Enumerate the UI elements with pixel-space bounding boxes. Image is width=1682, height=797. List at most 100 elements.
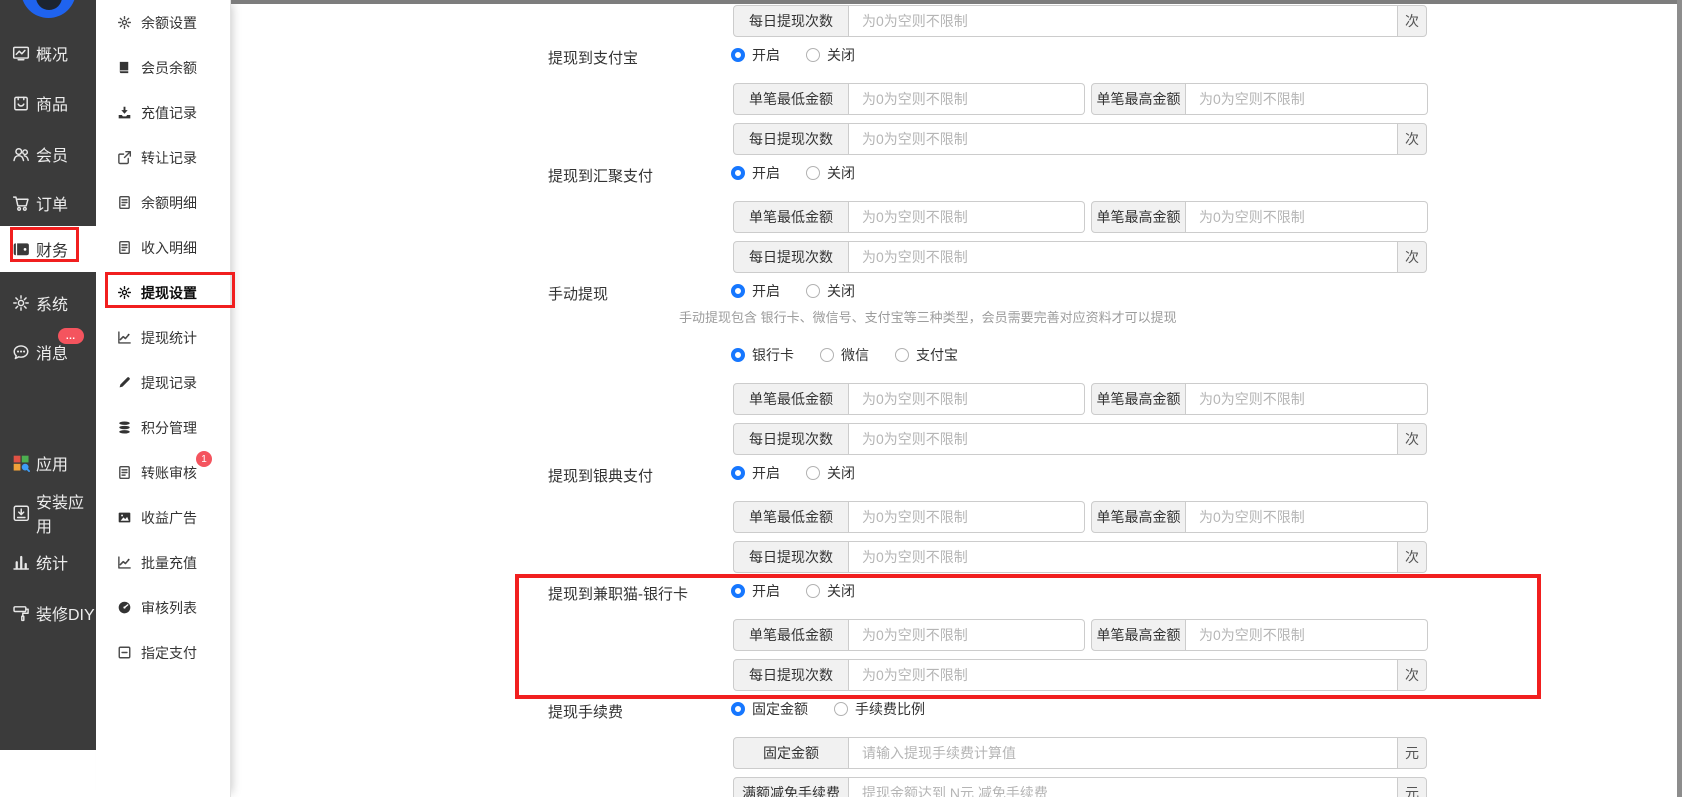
- text-input[interactable]: [849, 241, 1398, 273]
- radio-option-label[interactable]: 开启: [752, 45, 780, 65]
- radio-option-1[interactable]: [731, 48, 745, 62]
- radio-option-2[interactable]: [806, 166, 820, 180]
- form-label: 提现到汇聚支付: [548, 168, 654, 185]
- radio-group: 开启 关闭: [731, 281, 881, 301]
- text-input[interactable]: [849, 83, 1085, 115]
- submenu-item-5[interactable]: 余额明细: [96, 180, 230, 225]
- radio-option-2[interactable]: [806, 48, 820, 62]
- submenu-item-2[interactable]: 会员余额: [96, 45, 230, 90]
- submenu-item-8[interactable]: 提现统计: [96, 315, 230, 360]
- sidebar-item-3[interactable]: 会员: [0, 142, 96, 166]
- radio-option-1[interactable]: [731, 702, 745, 716]
- submenu-item-7[interactable]: 提现设置: [96, 270, 230, 315]
- radio-option-label[interactable]: 手续费比例: [855, 699, 925, 719]
- radio-option-1[interactable]: [731, 166, 745, 180]
- sidebar-item-5[interactable]: 财务: [0, 226, 96, 272]
- sidebar-item-label: 应用: [36, 457, 69, 474]
- submenu-item-12[interactable]: 收益广告: [96, 495, 230, 540]
- radio-option-3[interactable]: [895, 348, 909, 362]
- text-input[interactable]: [849, 123, 1398, 155]
- submenu-item-label: 审核列表: [141, 599, 197, 616]
- radio-option-2[interactable]: [820, 348, 834, 362]
- text-input[interactable]: [849, 777, 1398, 797]
- text-input[interactable]: [1186, 201, 1428, 233]
- text-input[interactable]: [849, 659, 1398, 691]
- text-input[interactable]: [1186, 83, 1428, 115]
- text-input[interactable]: [849, 5, 1398, 37]
- sidebar-item-7[interactable]: 消息…: [0, 328, 96, 364]
- sidebar-item-1[interactable]: 概况: [0, 41, 96, 65]
- radio-row-2: 提现到支付宝 开启 关闭: [231, 45, 1677, 67]
- submenu-item-10[interactable]: 积分管理: [96, 405, 230, 450]
- sidebar-item-2[interactable]: 商品: [0, 91, 96, 115]
- text-input[interactable]: [849, 383, 1085, 415]
- radio-option-1[interactable]: [731, 348, 745, 362]
- submenu-item-9[interactable]: 提现记录: [96, 360, 230, 405]
- radio-option-label[interactable]: 关闭: [827, 45, 855, 65]
- radio-option-label[interactable]: 关闭: [827, 281, 855, 301]
- gauge-icon: [118, 601, 131, 614]
- submenu-item-13[interactable]: 批量充值: [96, 540, 230, 585]
- input-pair-row-13: 单笔最低金额 单笔最高金额: [733, 501, 1428, 533]
- submenu-item-1[interactable]: 余额设置: [96, 0, 230, 45]
- sidebar-item-11[interactable]: 装修DIY: [0, 601, 96, 625]
- text-input[interactable]: [849, 423, 1398, 455]
- radio-option-label[interactable]: 开启: [752, 163, 780, 183]
- submenu-item-11[interactable]: 转账审核 1: [96, 450, 230, 495]
- unit-suffix: 元: [1397, 777, 1427, 797]
- radio-option-label[interactable]: 银行卡: [752, 345, 794, 365]
- submenu-item-label: 转让记录: [141, 149, 197, 166]
- submenu-item-4[interactable]: 转让记录: [96, 135, 230, 180]
- radio-option-label[interactable]: 支付宝: [916, 345, 958, 365]
- submenu-item-label: 充值记录: [141, 104, 197, 121]
- text-input[interactable]: [849, 541, 1398, 573]
- text-input[interactable]: [1186, 619, 1428, 651]
- radio-option-label[interactable]: 微信: [841, 345, 869, 365]
- radio-option-label[interactable]: 关闭: [827, 163, 855, 183]
- radio-option-2[interactable]: [806, 466, 820, 480]
- radio-option-2[interactable]: [834, 702, 848, 716]
- app-logo[interactable]: [21, 0, 76, 18]
- sidebar-item-label: 安装应用: [36, 495, 85, 536]
- radio-group: 开启 关闭: [731, 45, 881, 65]
- radio-option-2[interactable]: [806, 584, 820, 598]
- sidebar-item-9[interactable]: 安装应用: [0, 495, 96, 536]
- radio-option-label[interactable]: 固定金额: [752, 699, 808, 719]
- sidebar-item-8[interactable]: 应用: [0, 451, 96, 475]
- radio-group: 开启 关闭: [731, 463, 881, 483]
- sidebar-item-label: 会员: [36, 148, 69, 165]
- text-input[interactable]: [849, 501, 1085, 533]
- submenu-item-3[interactable]: 充值记录: [96, 90, 230, 135]
- input-pair-row-16: 单笔最低金额 单笔最高金额: [733, 619, 1428, 651]
- sidebar-item-4[interactable]: 订单: [0, 191, 96, 215]
- text-input[interactable]: [849, 737, 1398, 769]
- text-input[interactable]: [1186, 383, 1428, 415]
- radio-row-12: 提现到银典支付 开启 关闭: [231, 463, 1677, 485]
- sidebar-item-10[interactable]: 统计: [0, 550, 96, 574]
- radio-option-label[interactable]: 关闭: [827, 463, 855, 483]
- unit-suffix: 次: [1397, 241, 1427, 273]
- text-input[interactable]: [1186, 501, 1428, 533]
- radio-option-1[interactable]: [731, 284, 745, 298]
- form-label: 提现到兼职猫-银行卡: [548, 586, 688, 603]
- submenu-item-label: 会员余额: [141, 59, 197, 76]
- radio-option-1[interactable]: [731, 466, 745, 480]
- sidebar-item-label: 商品: [36, 97, 69, 114]
- submenu-item-14[interactable]: 审核列表: [96, 585, 230, 630]
- radio-group: 固定金额 手续费比例: [731, 699, 951, 719]
- radio-option-1[interactable]: [731, 584, 745, 598]
- radio-option-label[interactable]: 关闭: [827, 581, 855, 601]
- radio-option-2[interactable]: [806, 284, 820, 298]
- submenu-item-15[interactable]: 指定支付: [96, 630, 230, 675]
- radio-option-label[interactable]: 开启: [752, 281, 780, 301]
- submenu-item-6[interactable]: 收入明细: [96, 225, 230, 270]
- text-input[interactable]: [849, 619, 1085, 651]
- scrollbar-track[interactable]: [1677, 0, 1682, 797]
- download-icon: [118, 106, 131, 119]
- input-addon-label: 每日提现次数: [733, 123, 849, 155]
- radio-option-label[interactable]: 开启: [752, 581, 780, 601]
- app-logo-mark: [36, 0, 62, 10]
- sidebar-item-6[interactable]: 系统: [0, 291, 96, 315]
- radio-option-label[interactable]: 开启: [752, 463, 780, 483]
- text-input[interactable]: [849, 201, 1085, 233]
